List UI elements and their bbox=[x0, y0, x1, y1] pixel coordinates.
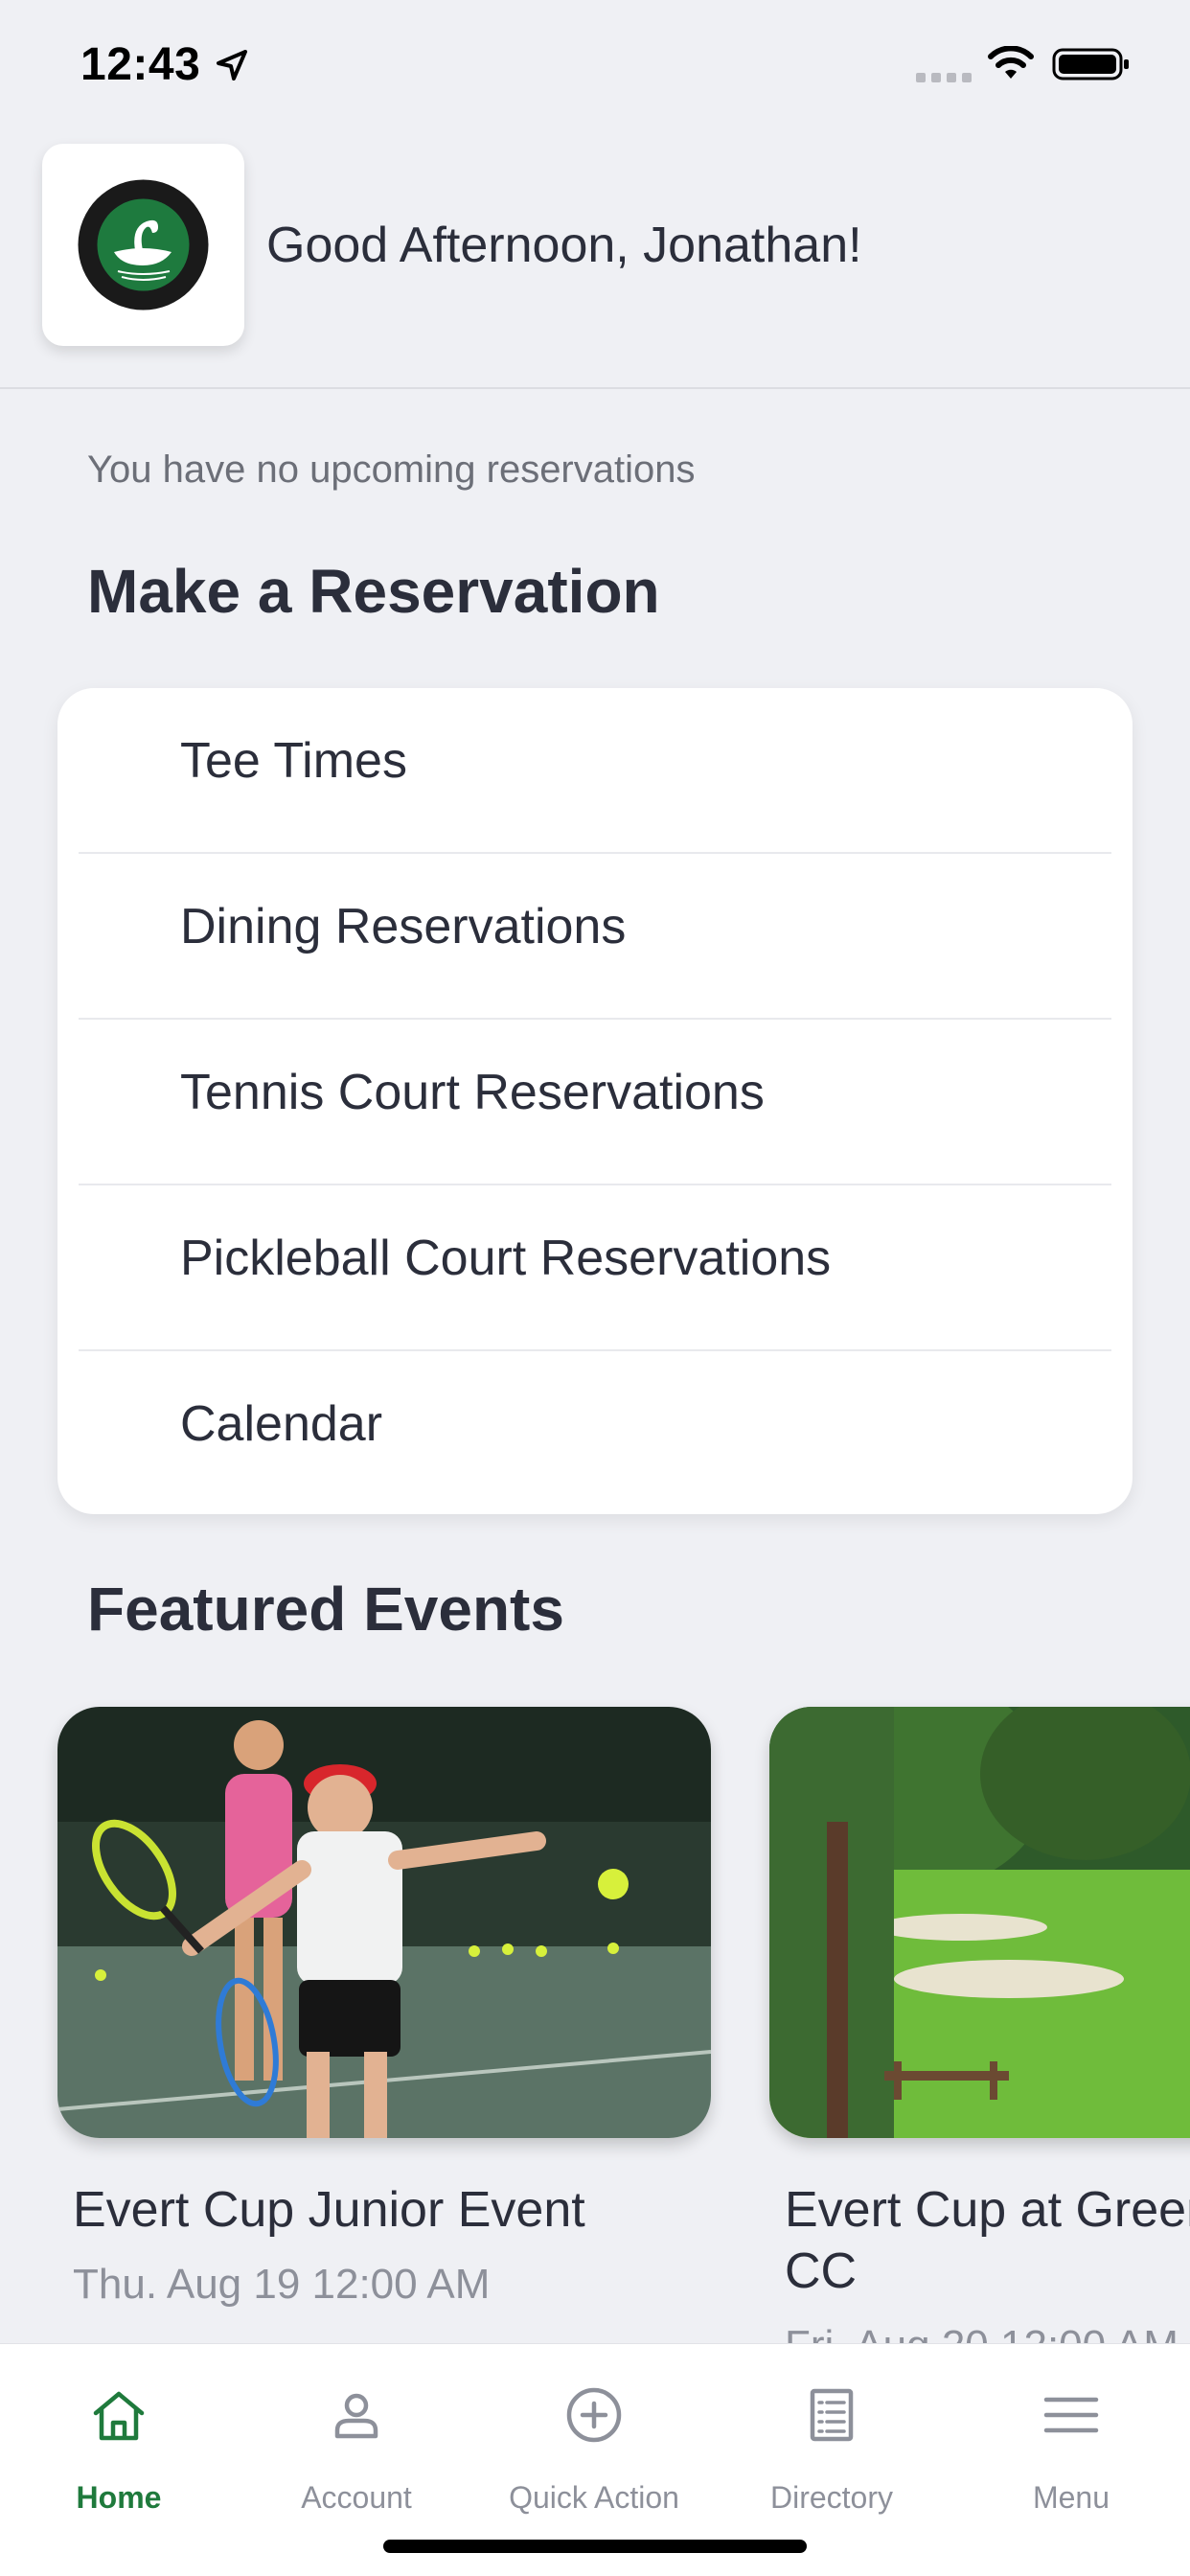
tab-menu[interactable]: Menu bbox=[952, 2344, 1190, 2517]
reservation-item-pickleball[interactable]: Pickleball Court Reservations bbox=[79, 1185, 1111, 1351]
reservation-item-dining[interactable]: Dining Reservations bbox=[79, 854, 1111, 1020]
greeting-text: Good Afternoon, Jonathan! bbox=[266, 218, 862, 273]
home-icon bbox=[93, 2391, 145, 2441]
header: Good Afternoon, Jonathan! bbox=[0, 134, 1190, 389]
tab-label: Quick Action bbox=[509, 2480, 679, 2515]
tab-label: Menu bbox=[1032, 2480, 1110, 2515]
person-icon bbox=[334, 2393, 378, 2439]
reservation-item-calendar[interactable]: Calendar bbox=[79, 1351, 1111, 1514]
signal-icon bbox=[916, 73, 972, 82]
status-bar: 12:43 bbox=[0, 0, 1190, 134]
event-title: Evert Cup at Green Island bbox=[785, 2182, 1190, 2238]
featured-events-title: Featured Events bbox=[87, 1575, 564, 1644]
tab-quick-action[interactable]: Quick Action bbox=[475, 2344, 713, 2517]
reservation-item-label: Calendar bbox=[180, 1396, 383, 1452]
no-reservations-message: You have no upcoming reservations bbox=[87, 448, 696, 491]
home-indicator[interactable] bbox=[383, 2540, 807, 2553]
event-date: Thu. Aug 19 12:00 AM bbox=[73, 2261, 491, 2308]
event-image-tennis bbox=[57, 1707, 711, 2138]
event-image-golf-course bbox=[769, 1707, 1190, 2138]
reservation-item-tee-times[interactable]: Tee Times bbox=[79, 688, 1111, 854]
battery-icon bbox=[1052, 48, 1129, 80]
swan-logo-icon bbox=[78, 179, 209, 310]
club-logo[interactable] bbox=[42, 144, 244, 346]
status-time: 12:43 bbox=[80, 39, 201, 90]
reservation-item-label: Pickleball Court Reservations bbox=[180, 1230, 832, 1286]
event-title: Evert Cup Junior Event bbox=[73, 2182, 585, 2238]
wifi-icon bbox=[988, 46, 1034, 79]
tab-label: Account bbox=[301, 2480, 412, 2515]
plus-circle-icon bbox=[566, 2387, 622, 2443]
screen: 12:43 Good Afternoon, Jonathan! You have… bbox=[0, 0, 1190, 2576]
make-reservation-title: Make a Reservation bbox=[87, 557, 660, 626]
tab-label: Home bbox=[76, 2480, 162, 2515]
tab-home[interactable]: Home bbox=[0, 2344, 238, 2517]
tab-directory[interactable]: Directory bbox=[713, 2344, 950, 2517]
reservation-item-label: Dining Reservations bbox=[180, 899, 627, 954]
hamburger-icon bbox=[1043, 2397, 1099, 2433]
list-icon bbox=[810, 2388, 854, 2442]
event-title-continued: CC bbox=[785, 2243, 858, 2299]
reservation-item-label: Tennis Court Reservations bbox=[180, 1065, 765, 1120]
reservation-list: Tee Times Dining Reservations Tennis Cou… bbox=[57, 688, 1133, 1514]
reservation-item-label: Tee Times bbox=[180, 733, 407, 789]
tab-label: Directory bbox=[769, 2480, 893, 2515]
tab-account[interactable]: Account bbox=[238, 2344, 475, 2517]
location-arrow-icon bbox=[217, 50, 247, 80]
reservation-item-tennis[interactable]: Tennis Court Reservations bbox=[79, 1020, 1111, 1185]
